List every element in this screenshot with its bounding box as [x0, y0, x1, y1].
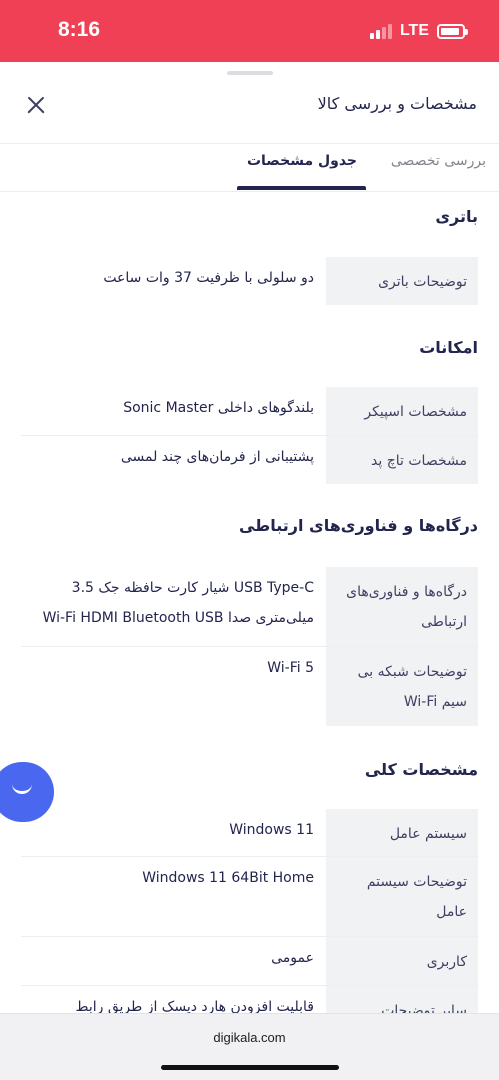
tab-expert-review[interactable]: بررسی تخصصی	[358, 153, 486, 169]
status-bar: 8:16 LTE	[0, 0, 499, 62]
spec-row: توضیحات سیستم عامل Windows 11 64Bit Home	[21, 857, 478, 937]
spec-value: دو سلولی با ظرفیت 37 وات ساعت	[103, 270, 314, 286]
spec-key: سیستم عامل	[326, 809, 478, 856]
spec-row: کاربری عمومی	[21, 937, 478, 986]
home-indicator[interactable]	[161, 1065, 339, 1070]
status-time: 8:16	[58, 18, 101, 41]
close-icon[interactable]	[22, 92, 50, 120]
sheet-title: مشخصات و بررسی کالا	[317, 94, 477, 113]
sheet-header: مشخصات و بررسی کالا	[0, 80, 499, 144]
section-title-general: مشخصات کلی	[364, 760, 478, 779]
spec-row: درگاه‌ها و فناوری‌های ارتباطی USB Type-C…	[21, 567, 478, 647]
spec-value: عمومی	[271, 950, 314, 966]
active-tab-indicator	[237, 186, 366, 190]
spec-key: مشخصات تاچ پد	[326, 436, 478, 484]
network-type: LTE	[399, 22, 429, 39]
sheet-drag-handle[interactable]	[227, 71, 273, 75]
battery-icon	[437, 23, 468, 39]
spec-value: بلندگوهای داخلی Sonic Master	[123, 400, 314, 416]
spec-row: توضیحات شبکه بی سیم Wi-Fi Wi-Fi 5	[21, 647, 478, 726]
spec-value: Wi-Fi 5	[267, 660, 314, 676]
spec-row: سیستم عامل Windows 11	[21, 809, 478, 857]
spec-key: کاربری	[326, 937, 478, 985]
browser-bottom-bar: digikala.com	[0, 1013, 499, 1080]
spec-row: مشخصات تاچ پد پشتیبانی از فرمان‌های چند …	[21, 436, 478, 484]
tab-specifications[interactable]: جدول مشخصات	[238, 153, 366, 169]
spec-value: پشتیبانی از فرمان‌های چند لمسی	[120, 449, 314, 465]
spec-key: توضیحات شبکه بی سیم Wi-Fi	[326, 647, 478, 726]
spec-key: درگاه‌ها و فناوری‌های ارتباطی	[326, 567, 478, 646]
spec-value: Windows 11 64Bit Home	[142, 870, 314, 886]
spec-key: مشخصات اسپیکر	[326, 387, 478, 435]
status-indicators: LTE	[369, 22, 468, 40]
spec-key: توضیحات سیستم عامل	[326, 857, 478, 936]
url-bar[interactable]: digikala.com	[0, 1030, 499, 1045]
spec-row: مشخصات اسپیکر بلندگوهای داخلی Sonic Mast…	[21, 387, 478, 436]
spec-value: Windows 11	[229, 822, 314, 838]
spec-key: توضیحات باتری	[326, 257, 478, 305]
spec-row: توضیحات باتری دو سلولی با ظرفیت 37 وات س…	[21, 257, 478, 305]
tab-bar: جدول مشخصات بررسی تخصصی	[0, 145, 499, 192]
cellular-signal-icon	[369, 23, 392, 39]
section-title-ports: درگاه‌ها و فناوری‌های ارتباطی	[238, 516, 478, 535]
chat-smile-icon	[12, 783, 32, 794]
section-title-battery: باتری	[435, 207, 478, 226]
spec-value: USB Type-C شیار کارت حافظه جک 3.5 میلی‌م…	[42, 580, 314, 626]
section-title-features: امکانات	[419, 338, 478, 357]
